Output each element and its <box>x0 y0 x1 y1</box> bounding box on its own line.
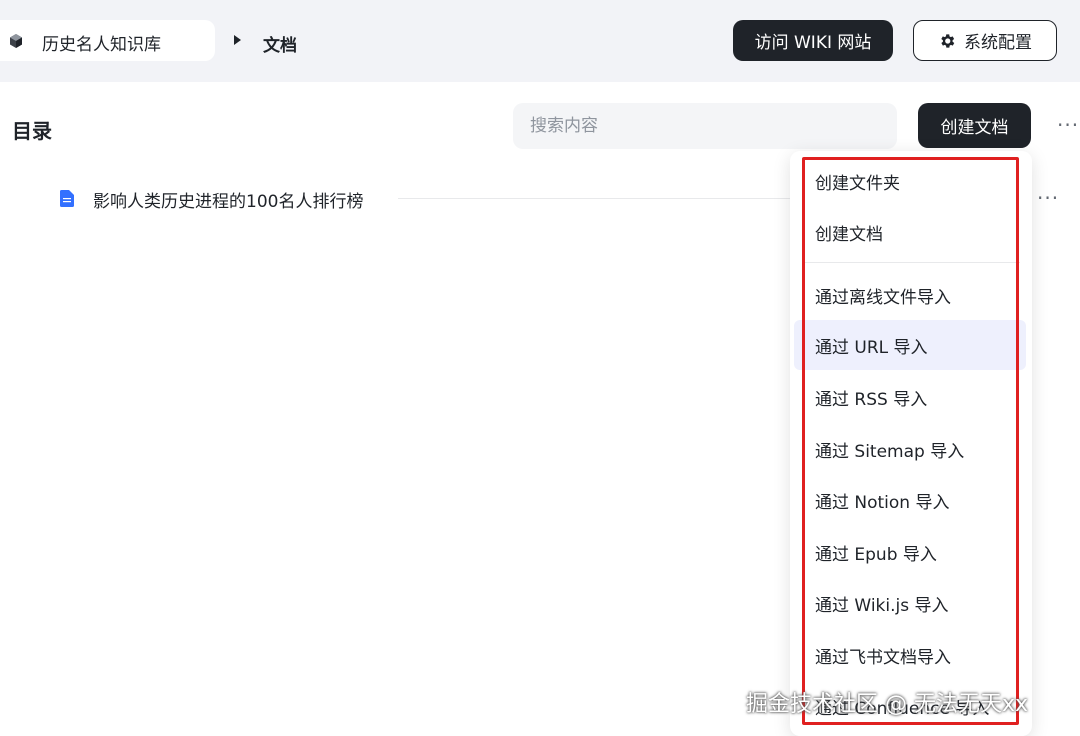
menu-item-import-rss[interactable]: 通过 RSS 导入 <box>794 372 1026 422</box>
menu-item-import-feishu[interactable]: 通过飞书文档导入 <box>794 630 1026 680</box>
menu-item-import-offline[interactable]: 通过离线文件导入 <box>794 270 1026 320</box>
create-document-label: 创建文档 <box>940 118 1009 138</box>
menu-item-import-wikijs[interactable]: 通过 Wiki.js 导入 <box>794 578 1026 628</box>
search-input[interactable] <box>513 103 897 149</box>
top-bar: 历史名人知识库 文档 访问 WIKI 网站 系统配置 <box>0 0 1080 82</box>
divider <box>398 198 798 199</box>
kb-selector[interactable]: 历史名人知识库 <box>0 20 215 61</box>
gear-icon <box>941 33 955 48</box>
menu-item-import-epub[interactable]: 通过 Epub 导入 <box>794 527 1026 577</box>
document-title: 影响人类历史进程的100名人排行榜 <box>93 192 364 212</box>
document-row[interactable]: 影响人类历史进程的100名人排行榜 <box>55 181 798 215</box>
menu-divider <box>802 262 1020 263</box>
menu-item-import-notion[interactable]: 通过 Notion 导入 <box>794 475 1026 525</box>
visit-wiki-button[interactable]: 访问 WIKI 网站 <box>733 20 893 61</box>
create-dropdown-menu: 创建文件夹 创建文档 通过离线文件导入 通过 URL 导入 通过 RSS 导入 … <box>790 151 1032 736</box>
menu-item-create-folder[interactable]: 创建文件夹 <box>794 156 1026 206</box>
kb-name: 历史名人知识库 <box>42 35 161 55</box>
document-icon <box>60 190 74 207</box>
menu-item-import-sitemap[interactable]: 通过 Sitemap 导入 <box>794 424 1026 474</box>
more-horizontal-icon[interactable]: ··· <box>1057 113 1079 137</box>
row-more-icon[interactable]: ··· <box>1037 186 1059 210</box>
system-config-label: 系统配置 <box>964 33 1032 53</box>
menu-item-import-url[interactable]: 通过 URL 导入 <box>794 320 1026 370</box>
system-config-button[interactable]: 系统配置 <box>913 20 1057 61</box>
breadcrumb-current: 文档 <box>263 36 297 56</box>
cube-icon <box>10 34 22 48</box>
create-document-button[interactable]: 创建文档 <box>918 103 1031 148</box>
visit-wiki-label: 访问 WIKI 网站 <box>754 33 872 53</box>
watermark: 掘金技术社区 @ 无法无天xx <box>746 692 1029 717</box>
toc-title: 目录 <box>12 119 52 143</box>
breadcrumb-arrow-icon <box>234 35 241 45</box>
menu-item-create-document[interactable]: 创建文档 <box>794 207 1026 257</box>
